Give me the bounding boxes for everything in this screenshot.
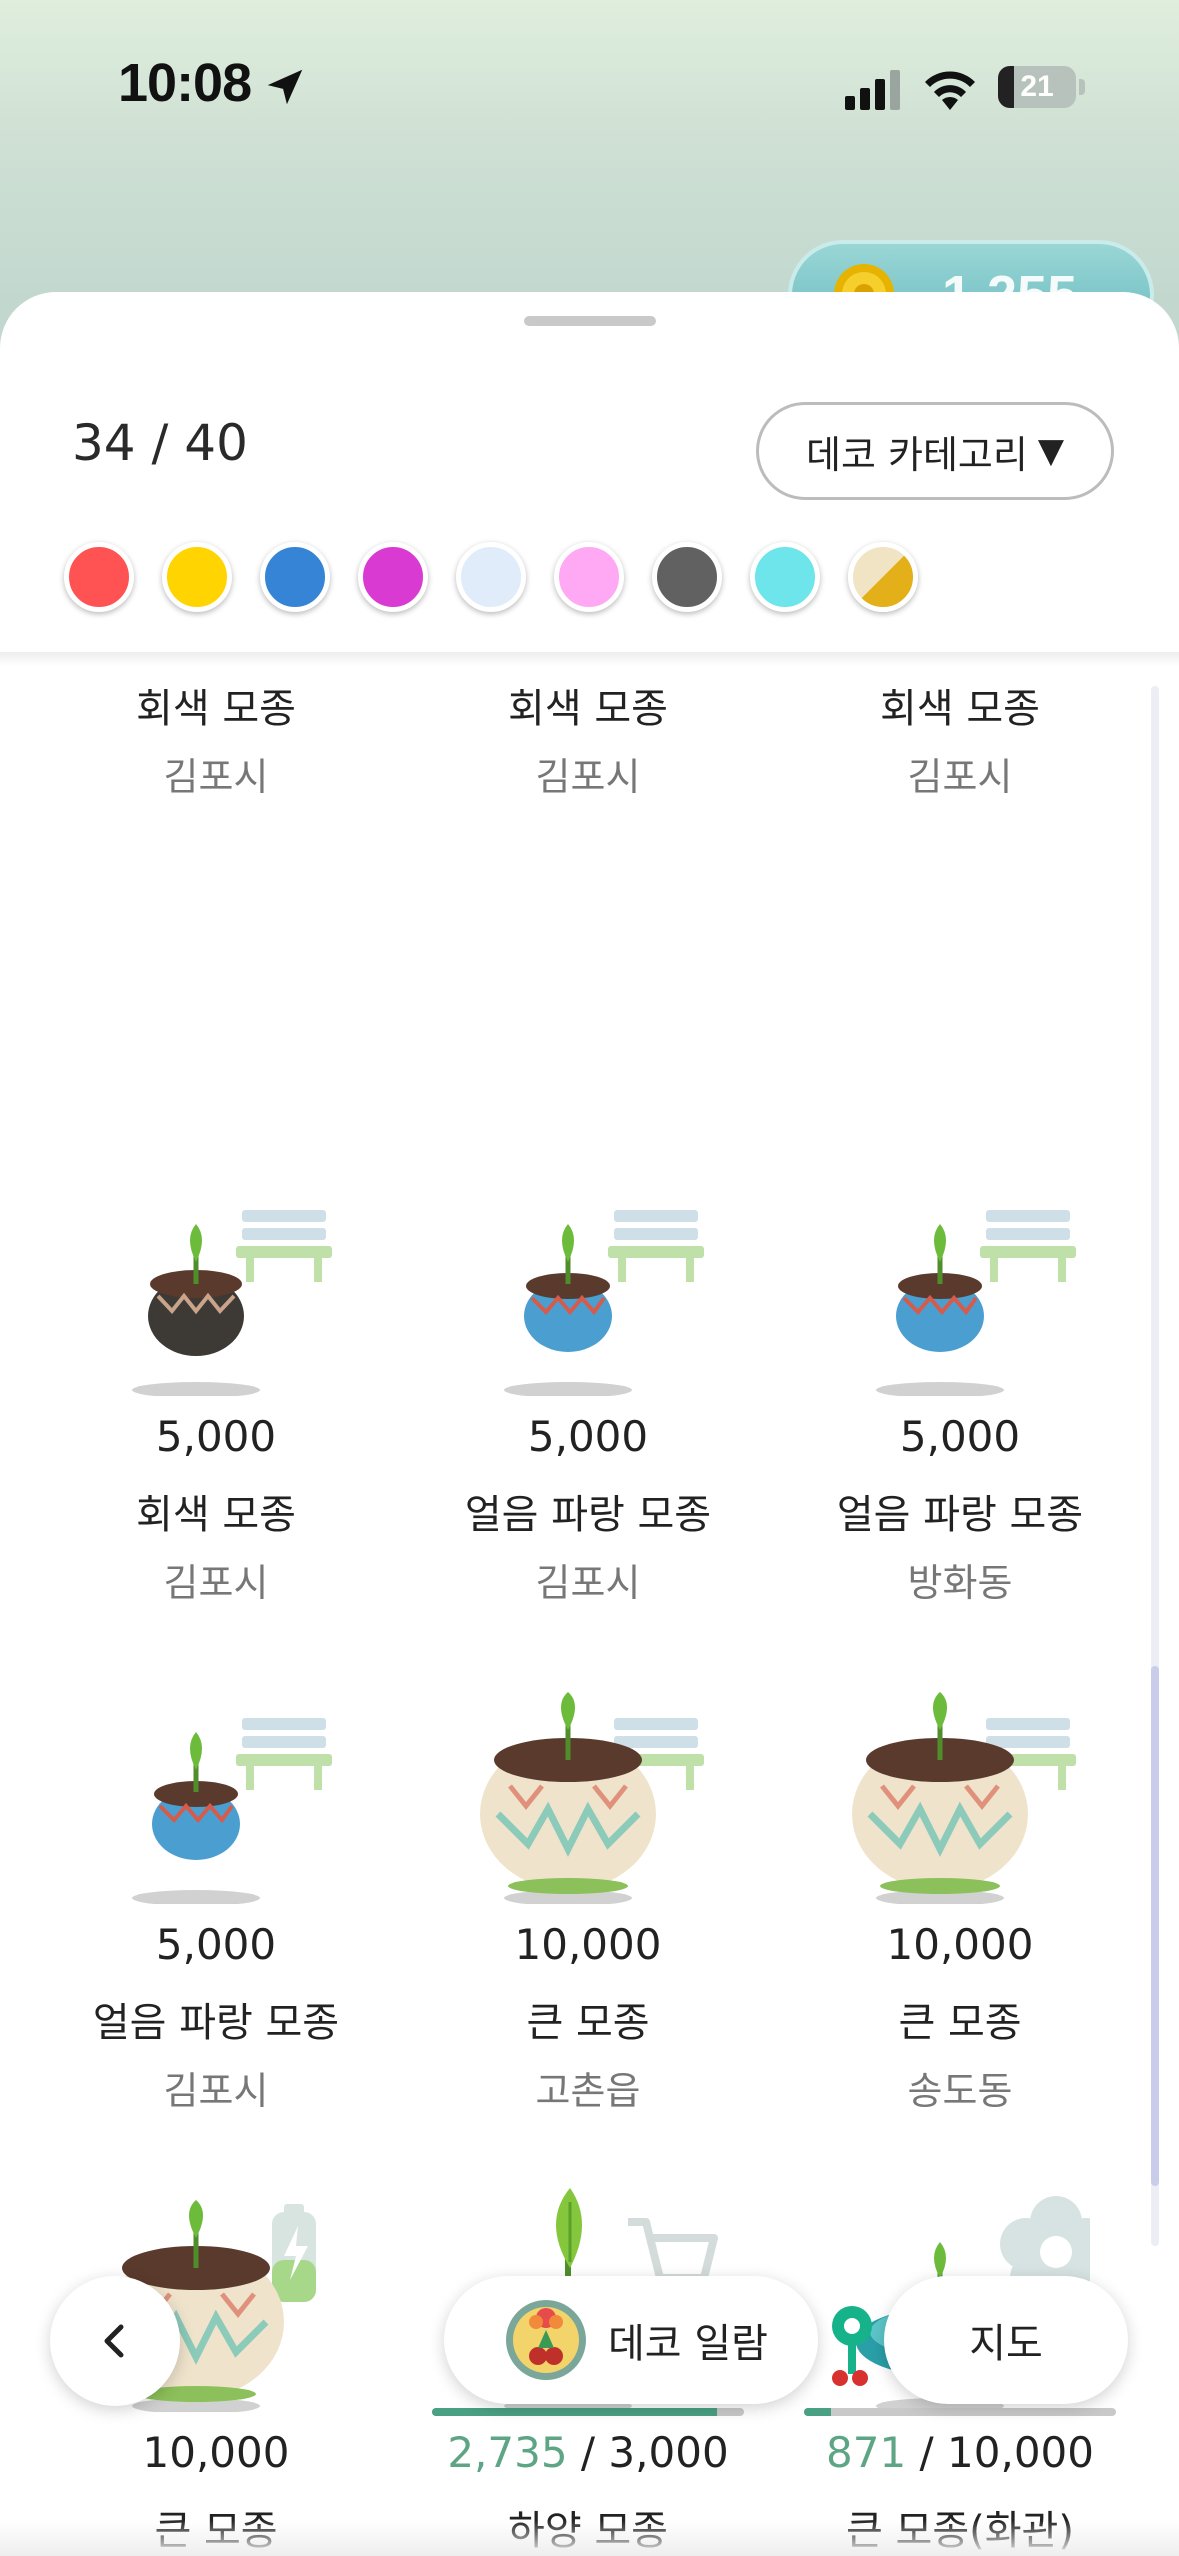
deco-sheet: 34 / 40 데코 카테고리 ▼ 회색 모종 김포시 회색 모종 김포시 회색 모종 김… — [0, 292, 1179, 2556]
deco-item-location: 김포시 — [163, 1561, 269, 1605]
deco-item-name: 회색 모종 — [880, 686, 1040, 732]
deco-item-progress: 2,735 / 3,000 — [402, 2428, 774, 2477]
deco-item-location: 김포시 — [163, 755, 269, 799]
deco-item-location: 김포시 — [163, 2069, 269, 2113]
deco-list-label: 데코 일람 — [608, 2321, 768, 2367]
header-divider — [0, 652, 1179, 666]
status-time: 10:08 — [118, 53, 252, 113]
deco-item-name: 얼음 파랑 모종 — [92, 2000, 340, 2046]
deco-item-name: 큰 모종 — [898, 2000, 1022, 2046]
deco-item-location: 송도동 — [907, 2069, 1013, 2113]
color-swatch-yellow[interactable] — [162, 542, 232, 612]
deco-item-location: 김포시 — [535, 755, 641, 799]
plant-pot-image — [132, 1718, 332, 1904]
plant-pot-image — [132, 1210, 332, 1396]
battery-cap — [1079, 79, 1085, 95]
back-button[interactable] — [50, 2276, 180, 2406]
deco-item-card[interactable]: 회색 모종김포시 — [30, 666, 402, 799]
progress-bar-fill — [804, 2408, 832, 2416]
home-indicator-area — [0, 2520, 1179, 2556]
deco-item-price: 10,000 — [886, 1920, 1034, 1969]
deco-item-card[interactable]: 5,000 얼음 파랑 모종김포시 — [30, 1674, 402, 2174]
plant-pot-image — [504, 1210, 704, 1396]
progress-current: 2,735 — [447, 2428, 568, 2477]
deco-item-name: 회색 모종 — [136, 1492, 296, 1538]
progress-total: 10,000 — [947, 2428, 1094, 2477]
deco-item-location: 김포시 — [907, 755, 1013, 799]
bench-icon — [236, 1210, 332, 1282]
deco-list-button[interactable]: 데코 일람 — [444, 2276, 818, 2404]
battery-icon: 21 — [998, 66, 1076, 108]
chevron-left-icon — [104, 2324, 124, 2358]
progress-bar — [804, 2408, 1116, 2416]
progress-bar-fill — [432, 2408, 717, 2416]
deco-item-price: 5,000 — [155, 1920, 277, 1969]
progress-separator: / — [567, 2428, 609, 2477]
map-button[interactable]: 지도 — [884, 2276, 1128, 2404]
scrollbar-thumb[interactable] — [1151, 1666, 1159, 2186]
color-swatch-gray[interactable] — [652, 542, 722, 612]
bench-icon — [980, 1210, 1076, 1282]
deco-item-price: 10,000 — [142, 2428, 290, 2477]
color-swatch-gold-beige[interactable] — [848, 542, 918, 612]
color-swatch-blue[interactable] — [260, 542, 330, 612]
sheet-drag-handle[interactable] — [524, 316, 656, 326]
plant-pot-image — [480, 1692, 704, 1904]
color-swatch-magenta[interactable] — [358, 542, 428, 612]
deco-item-name: 회색 모종 — [508, 686, 668, 732]
deco-item-price: 5,000 — [527, 1412, 649, 1461]
deco-item-card[interactable]: 5,000 회색 모종김포시 — [30, 1166, 402, 1666]
progress-bar — [432, 2408, 744, 2416]
deco-category-label: 데코 카테고리 — [806, 432, 1028, 477]
bench-icon — [236, 1718, 332, 1790]
bench-icon — [608, 1210, 704, 1282]
color-filter-row — [64, 542, 1124, 622]
deco-item-card[interactable]: 5,000 얼음 파랑 모종김포시 — [402, 1166, 774, 1666]
deco-item-location: 김포시 — [535, 1561, 641, 1605]
deco-item-name: 얼음 파랑 모종 — [836, 1492, 1084, 1538]
color-swatch-cyan[interactable] — [750, 542, 820, 612]
deco-category-button[interactable]: 데코 카테고리 ▼ — [756, 402, 1114, 500]
deco-grid: 회색 모종 김포시 회색 모종 김포시 회색 모종 김포시 5,000 회색 모종 김포시 5,0… — [0, 666, 1179, 2556]
plant-pot-image — [876, 1210, 1076, 1396]
deco-item-progress: 871 / 10,000 — [774, 2428, 1146, 2477]
status-bar: 10:08 21 — [0, 0, 1179, 170]
deco-item-name: 회색 모종 — [136, 686, 296, 732]
cellular-signal-icon — [845, 70, 900, 110]
deco-item-card[interactable]: 회색 모종김포시 — [402, 666, 774, 799]
deco-item-price: 10,000 — [514, 1920, 662, 1969]
caret-down-icon: ▼ — [1037, 431, 1064, 471]
battery-badge-icon — [272, 2204, 316, 2302]
deco-item-card[interactable]: 10,000 큰 모종고촌읍 — [402, 1674, 774, 2174]
deco-item-price: 5,000 — [155, 1412, 277, 1461]
deco-item-card[interactable]: 5,000 얼음 파랑 모종방화동 — [774, 1166, 1146, 1666]
wifi-icon — [925, 71, 975, 110]
location-arrow-icon — [267, 69, 303, 105]
color-swatch-pink[interactable] — [554, 542, 624, 612]
deco-item-card[interactable]: 회색 모종김포시 — [774, 666, 1146, 799]
progress-current: 871 — [826, 2428, 907, 2477]
plant-pot-image — [852, 1692, 1076, 1904]
progress-separator: / — [906, 2428, 948, 2477]
deco-item-price: 5,000 — [899, 1412, 1021, 1461]
collection-count: 34 / 40 — [72, 414, 248, 472]
color-swatch-pale-blue[interactable] — [456, 542, 526, 612]
deco-badge-icon — [506, 2300, 586, 2380]
deco-item-location: 방화동 — [907, 1561, 1013, 1605]
deco-item-card[interactable]: 10,000 큰 모종송도동 — [774, 1674, 1146, 2174]
progress-total: 3,000 — [608, 2428, 729, 2477]
color-swatch-red[interactable] — [64, 542, 134, 612]
battery-percent: 21 — [1020, 70, 1054, 103]
deco-item-name: 큰 모종 — [526, 2000, 650, 2046]
deco-item-location: 고촌읍 — [535, 2069, 641, 2113]
map-label: 지도 — [969, 2321, 1043, 2367]
deco-item-name: 얼음 파랑 모종 — [464, 1492, 712, 1538]
scrollbar[interactable] — [1151, 686, 1159, 2246]
